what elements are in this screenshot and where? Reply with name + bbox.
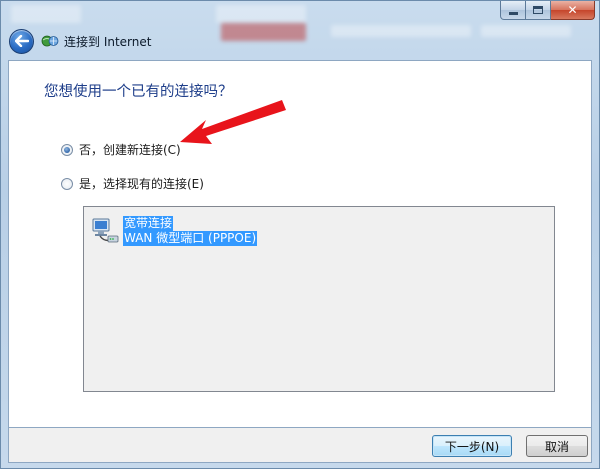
nav-bar: 连接到 Internet <box>9 27 151 55</box>
option-label: 是，选择现有的连接(E) <box>79 177 204 191</box>
radio-button[interactable] <box>61 143 73 156</box>
close-icon: ✕ <box>567 3 578 17</box>
connection-text: 宽带连接 WAN 微型端口 (PPPOE) <box>123 216 258 246</box>
maximize-icon <box>533 6 543 14</box>
connection-name: 宽带连接 <box>123 216 174 231</box>
back-arrow-icon <box>14 35 29 47</box>
caption-buttons: ✕ <box>500 1 595 21</box>
radio-button[interactable] <box>61 177 73 190</box>
wizard-footer: 下一步(N) 取消 <box>8 428 592 463</box>
background-blur <box>481 25 571 37</box>
cancel-button[interactable]: 取消 <box>526 435 588 457</box>
close-button[interactable]: ✕ <box>551 1 595 20</box>
next-button[interactable]: 下一步(N) <box>432 435 512 457</box>
minimize-button[interactable] <box>500 1 526 20</box>
back-button[interactable] <box>9 28 34 54</box>
connection-detail: WAN 微型端口 (PPPOE) <box>123 231 258 246</box>
wizard-content: 您想使用一个已有的连接吗？ 否，创建新连接(C) 是，选择现有的连接(E) 宽带… <box>8 60 592 428</box>
connection-list[interactable]: 宽带连接 WAN 微型端口 (PPPOE) <box>83 206 555 392</box>
window-title: 连接到 Internet <box>64 34 152 49</box>
option-label: 否，创建新连接(C) <box>79 143 181 157</box>
background-blur <box>221 23 306 41</box>
radio-selected-dot <box>64 146 70 153</box>
network-globe-icon <box>41 35 59 47</box>
minimize-icon <box>508 11 518 15</box>
maximize-button[interactable] <box>526 1 551 20</box>
red-arrow-annotation <box>180 100 286 144</box>
list-item[interactable]: 宽带连接 WAN 微型端口 (PPPOE) <box>90 216 258 246</box>
option-create-new[interactable]: 否，创建新连接(C) <box>61 141 181 158</box>
background-blur <box>216 5 306 23</box>
background-blur <box>11 5 81 23</box>
background-blur <box>331 25 471 37</box>
broadband-connection-icon <box>92 218 119 243</box>
option-use-existing[interactable]: 是，选择现有的连接(E) <box>61 175 204 192</box>
